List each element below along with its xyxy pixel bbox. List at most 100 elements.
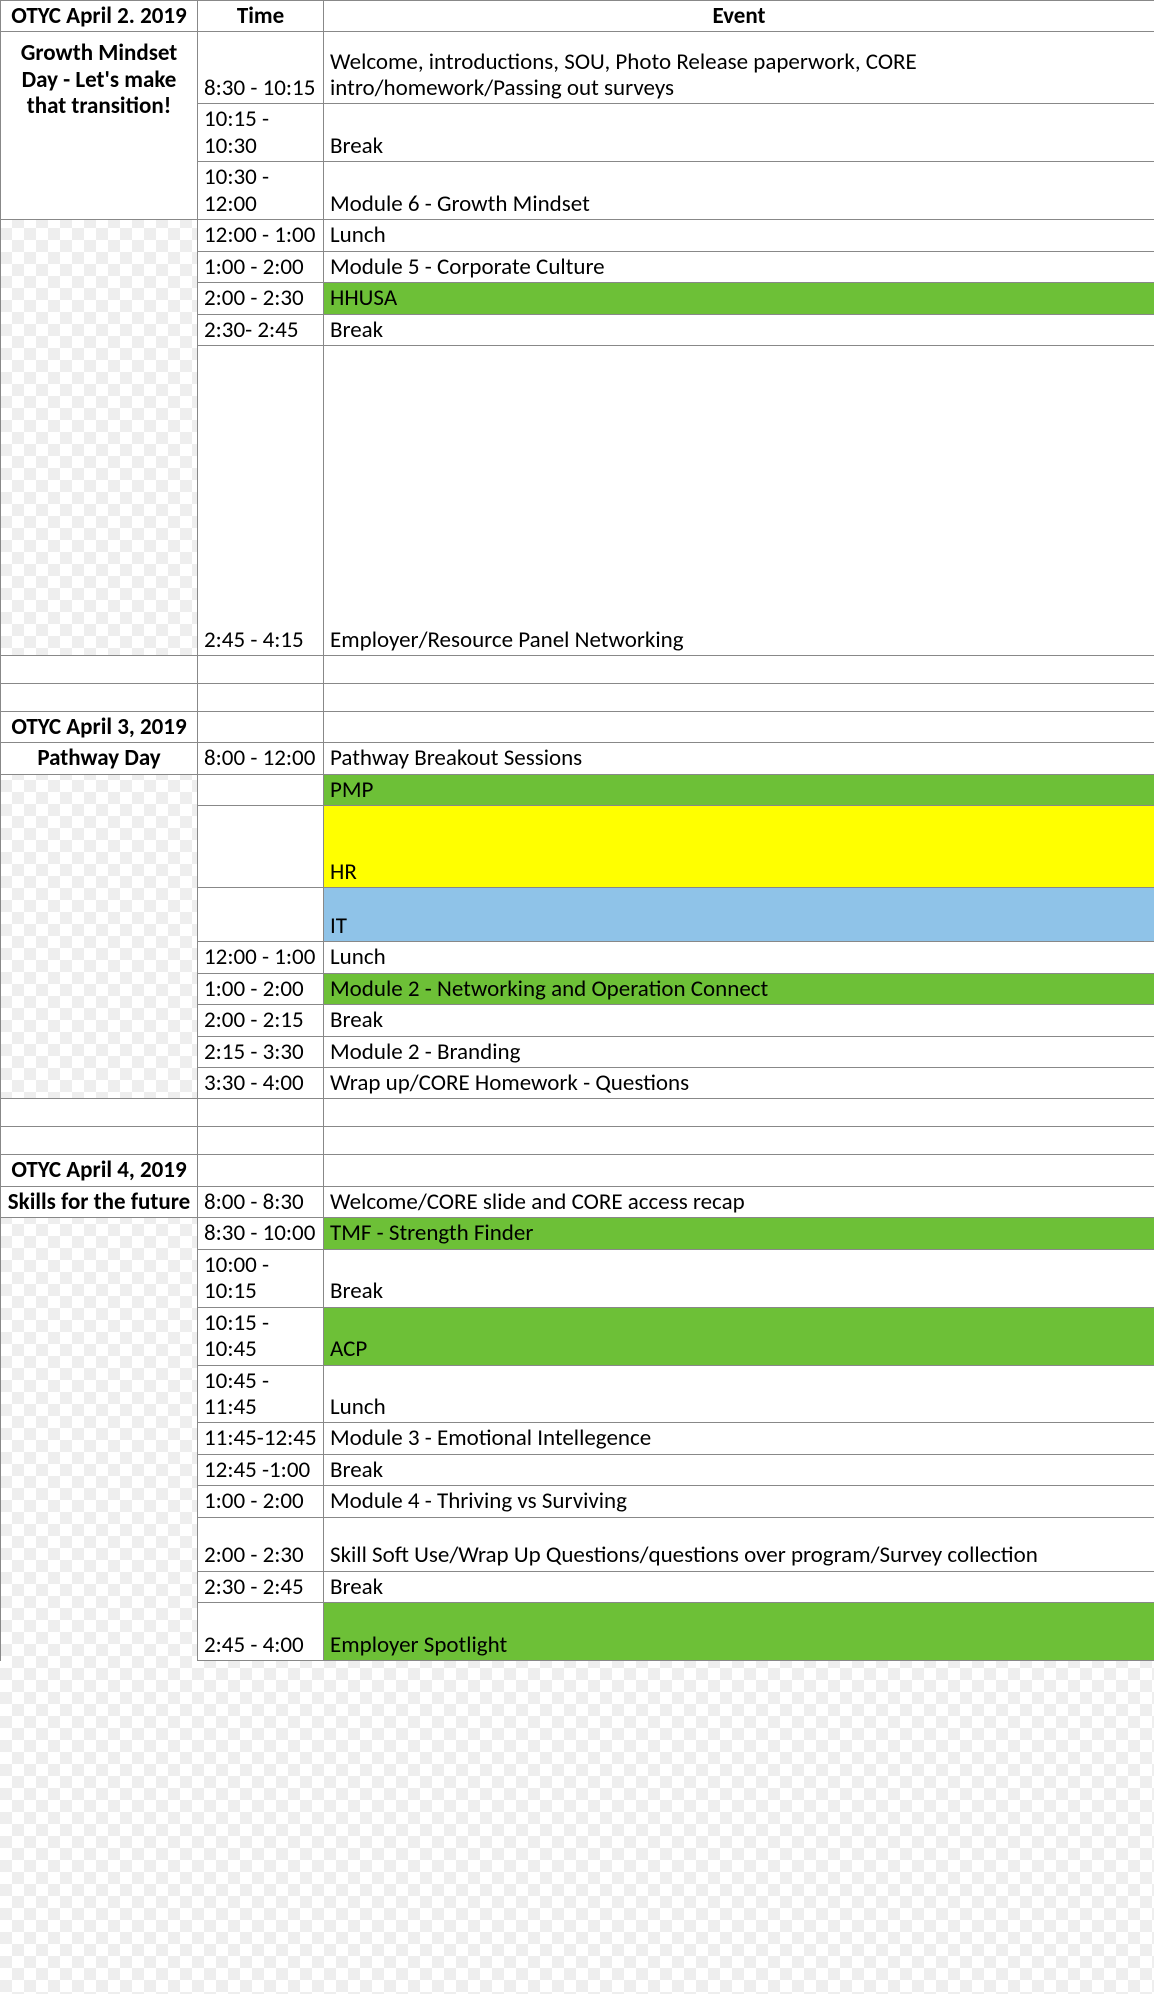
time-cell: 12:45 -1:00 xyxy=(198,1454,324,1485)
event-cell: Module 2 - Networking and Operation Conn… xyxy=(324,973,1154,1004)
event-cell: ACP xyxy=(324,1307,1154,1365)
table-row: 1:00 - 2:00 Module 4 - Thriving vs Survi… xyxy=(1,1486,1154,1517)
table-row: 2:45 - 4:15 Employer/Resource Panel Netw… xyxy=(1,345,1154,655)
event-cell: Module 3 - Emotional Intellegence xyxy=(324,1423,1154,1454)
time-cell: 3:30 - 4:00 xyxy=(198,1068,324,1099)
empty-cell xyxy=(1,1005,198,1036)
time-cell: 10:30 - 12:00 xyxy=(198,162,324,220)
table-row: Skills for the future 8:00 - 8:30 Welcom… xyxy=(1,1186,1154,1217)
empty-cell xyxy=(324,1099,1154,1127)
empty-cell xyxy=(1,1099,198,1127)
event-cell: Break xyxy=(324,314,1154,345)
day2-title: Pathway Day xyxy=(1,743,198,774)
empty-cell xyxy=(1,1603,198,1661)
header-event: Event xyxy=(324,1,1154,32)
event-cell: Employer/Resource Panel Networking xyxy=(324,345,1154,655)
table-row: 2:15 - 3:30 Module 2 - Branding xyxy=(1,1036,1154,1067)
empty-cell xyxy=(1,1486,198,1517)
header-row: OTYC April 2. 2019 Time Event xyxy=(1,1,1154,32)
table-row: 2:30 - 2:45 Break xyxy=(1,1571,1154,1602)
empty-cell xyxy=(1,1454,198,1485)
time-cell: 1:00 - 2:00 xyxy=(198,973,324,1004)
time-cell: 8:30 - 10:00 xyxy=(198,1218,324,1249)
empty-cell xyxy=(198,683,324,711)
table-row: HR xyxy=(1,806,1154,888)
event-cell: Break xyxy=(324,1249,1154,1307)
time-cell: 1:00 - 2:00 xyxy=(198,251,324,282)
table-row: 1:00 - 2:00 Module 2 - Networking and Op… xyxy=(1,973,1154,1004)
empty-cell xyxy=(1,1249,198,1307)
table-row: 12:00 - 1:00 Lunch xyxy=(1,220,1154,251)
empty-cell xyxy=(1,1571,198,1602)
empty-cell xyxy=(1,774,198,805)
event-cell: Break xyxy=(324,1571,1154,1602)
empty-cell xyxy=(1,1127,198,1155)
empty-cell xyxy=(1,655,198,683)
empty-cell xyxy=(324,1155,1154,1186)
time-cell: 10:15 - 10:45 xyxy=(198,1307,324,1365)
day2-date: OTYC April 3, 2019 xyxy=(1,711,198,742)
empty-cell xyxy=(1,1218,198,1249)
empty-cell xyxy=(1,220,198,251)
day3-date: OTYC April 4, 2019 xyxy=(1,1155,198,1186)
empty-cell xyxy=(198,1127,324,1155)
event-cell: Wrap up/CORE Homework - Questions xyxy=(324,1068,1154,1099)
event-cell: Module 6 - Growth Mindset xyxy=(324,162,1154,220)
empty-cell xyxy=(1,314,198,345)
empty-cell xyxy=(198,711,324,742)
time-cell: 8:00 - 12:00 xyxy=(198,743,324,774)
event-cell: Module 2 - Branding xyxy=(324,1036,1154,1067)
header-day: OTYC April 2. 2019 xyxy=(1,1,198,32)
time-cell xyxy=(198,806,324,888)
event-cell: Module 5 - Corporate Culture xyxy=(324,251,1154,282)
empty-cell xyxy=(324,711,1154,742)
event-cell: Lunch xyxy=(324,220,1154,251)
empty-cell xyxy=(1,1068,198,1099)
time-cell: 2:15 - 3:30 xyxy=(198,1036,324,1067)
header-time: Time xyxy=(198,1,324,32)
event-cell: Break xyxy=(324,1005,1154,1036)
table-row: Pathway Day 8:00 - 12:00 Pathway Breakou… xyxy=(1,743,1154,774)
empty-cell xyxy=(1,683,198,711)
table-row: 2:00 - 2:30 Skill Soft Use/Wrap Up Quest… xyxy=(1,1517,1154,1571)
table-row: 12:45 -1:00 Break xyxy=(1,1454,1154,1485)
day3-date-row: OTYC April 4, 2019 xyxy=(1,1155,1154,1186)
event-cell: Welcome/CORE slide and CORE access recap xyxy=(324,1186,1154,1217)
time-cell: 8:00 - 8:30 xyxy=(198,1186,324,1217)
time-cell: 2:45 - 4:15 xyxy=(198,345,324,655)
empty-cell xyxy=(1,973,198,1004)
day3-title: Skills for the future xyxy=(1,1186,198,1217)
table-row: IT xyxy=(1,888,1154,942)
time-cell: 1:00 - 2:00 xyxy=(198,1486,324,1517)
table-row: 1:00 - 2:00 Module 5 - Corporate Culture xyxy=(1,251,1154,282)
table-row: 12:00 - 1:00 Lunch xyxy=(1,942,1154,973)
event-cell: Skill Soft Use/Wrap Up Questions/questio… xyxy=(324,1517,1154,1571)
table-row: Growth Mindset Day - Let's make that tra… xyxy=(1,32,1154,104)
empty-cell xyxy=(1,1517,198,1571)
empty-cell xyxy=(198,1155,324,1186)
empty-cell xyxy=(1,888,198,942)
event-cell: Welcome, introductions, SOU, Photo Relea… xyxy=(324,32,1154,104)
empty-cell xyxy=(1,1307,198,1365)
empty-cell xyxy=(324,655,1154,683)
time-cell: 10:00 - 10:15 xyxy=(198,1249,324,1307)
event-cell: Employer Spotlight xyxy=(324,1603,1154,1661)
time-cell: 2:00 - 2:30 xyxy=(198,283,324,314)
empty-cell xyxy=(198,1099,324,1127)
event-cell: Module 4 - Thriving vs Surviving xyxy=(324,1486,1154,1517)
event-cell: Lunch xyxy=(324,942,1154,973)
table-row: 11:45-12:45 Module 3 - Emotional Intelle… xyxy=(1,1423,1154,1454)
time-cell xyxy=(198,888,324,942)
empty-cell xyxy=(324,683,1154,711)
event-cell: Lunch xyxy=(324,1365,1154,1423)
table-row: 2:00 - 2:30 HHUSA xyxy=(1,283,1154,314)
spacer-row xyxy=(1,1127,1154,1155)
empty-cell xyxy=(1,1036,198,1067)
table-row: 3:30 - 4:00 Wrap up/CORE Homework - Ques… xyxy=(1,1068,1154,1099)
empty-cell xyxy=(1,806,198,888)
table-row: PMP xyxy=(1,774,1154,805)
spacer-row xyxy=(1,683,1154,711)
event-cell: PMP xyxy=(324,774,1154,805)
empty-cell xyxy=(1,345,198,655)
empty-cell xyxy=(1,1423,198,1454)
